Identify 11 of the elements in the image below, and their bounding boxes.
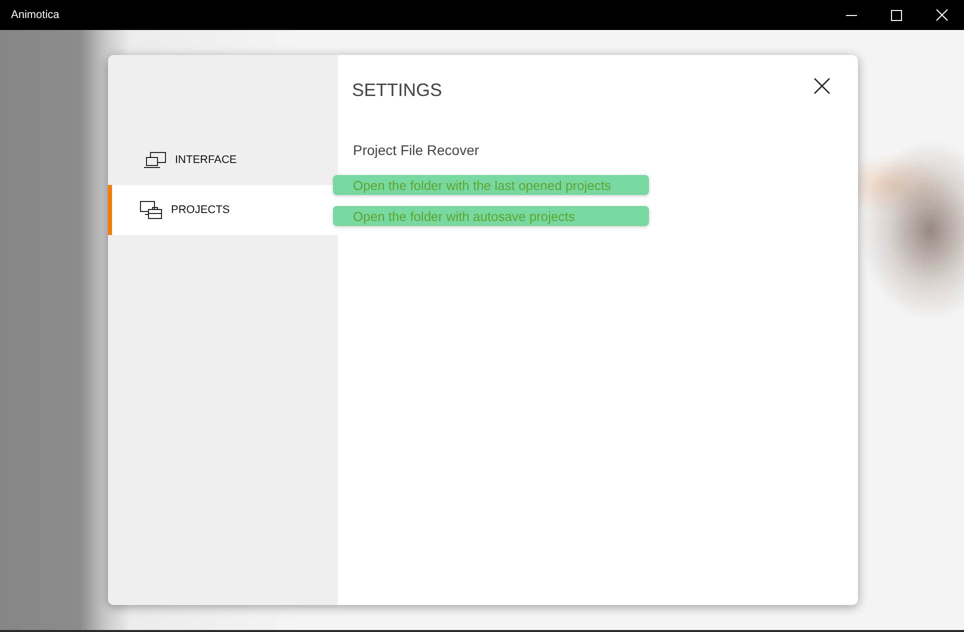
minimize-icon [846, 14, 857, 16]
close-button[interactable] [812, 76, 832, 96]
monitor-briefcase-icon [140, 201, 162, 219]
dialog-title: SETTINGS [352, 80, 442, 100]
window-title: Animotica [11, 9, 60, 21]
maximize-icon [891, 10, 902, 20]
close-icon [814, 78, 830, 94]
section-heading: Project File Recover [353, 142, 480, 158]
sidebar-tab[interactable]: PROJECTS [108, 185, 338, 235]
close-icon [936, 9, 948, 21]
monitor-laptop-icon [144, 152, 166, 168]
